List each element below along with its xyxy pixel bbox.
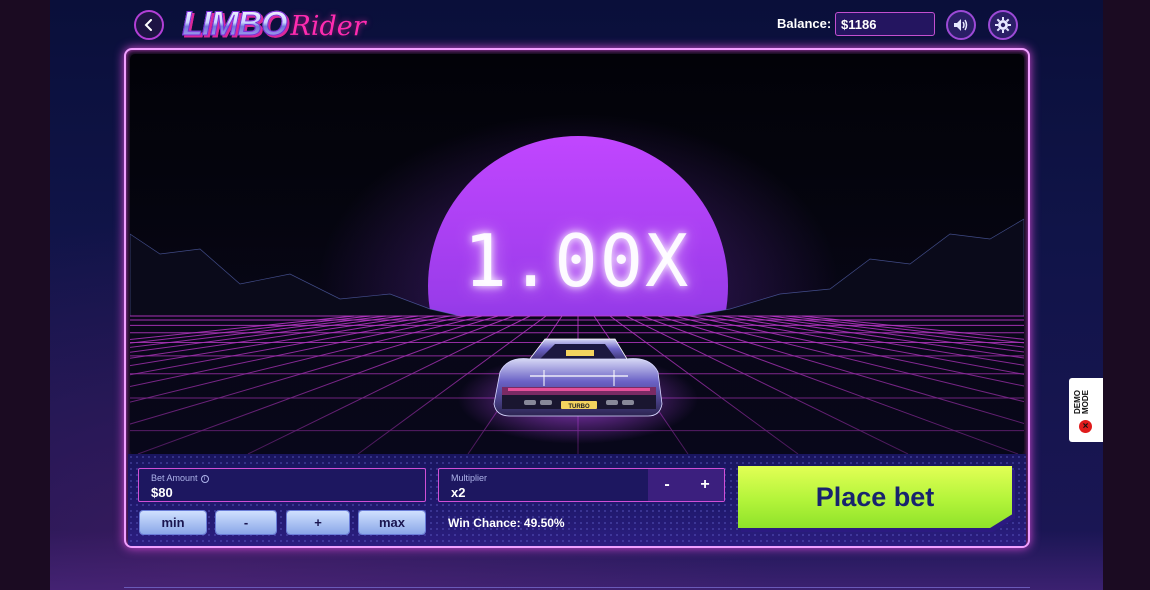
multiplier-stepper: - + — [648, 469, 724, 501]
demo-mode-text: DEMO MODE — [1073, 390, 1090, 414]
multiplier-label: Multiplier — [451, 473, 488, 483]
close-icon: × — [1079, 420, 1092, 433]
bet-amount-field[interactable]: Bet Amount i $80 — [138, 468, 426, 502]
back-button[interactable] — [134, 10, 164, 40]
multiplier-input-value: x2 — [451, 485, 466, 500]
game-logo: LIMBO Rider — [182, 5, 366, 45]
bet-decrease-button[interactable]: - — [216, 511, 276, 534]
app-root: LIMBO Rider Balance: $1186 TURBO 1.00X B… — [0, 0, 1150, 590]
bet-max-button[interactable]: max — [359, 511, 425, 534]
speaker-icon — [954, 19, 968, 31]
info-icon[interactable]: i — [200, 474, 209, 483]
settings-button[interactable] — [988, 10, 1018, 40]
game-frame: TURBO 1.00X Bet Amount i $80 Multiplier … — [124, 48, 1030, 548]
bet-increase-button[interactable]: + — [287, 511, 349, 534]
game-scene: TURBO 1.00X — [130, 54, 1024, 454]
demo-line-2: MODE — [1081, 390, 1090, 414]
gear-icon — [995, 17, 1011, 33]
multiplier-increase-button[interactable]: + — [686, 469, 724, 501]
sound-button[interactable] — [946, 10, 976, 40]
bet-min-button[interactable]: min — [140, 511, 206, 534]
chevron-left-icon — [144, 19, 152, 31]
synthwave-scene: TURBO — [130, 114, 1024, 454]
multiplier-decrease-button[interactable]: - — [648, 469, 686, 501]
win-chance: Win Chance: 49.50% — [448, 516, 565, 530]
bottom-divider — [124, 587, 1030, 588]
balance-label: Balance: — [777, 16, 832, 31]
bet-amount-label: Bet Amount i — [151, 473, 209, 483]
demo-mode-badge[interactable]: DEMO MODE × — [1069, 378, 1103, 442]
logo-limbo: LIMBO — [182, 5, 289, 44]
multiplier-field[interactable]: Multiplier x2 - + — [438, 468, 725, 502]
bet-amount-label-text: Bet Amount — [151, 473, 198, 483]
logo-rider: Rider — [290, 11, 366, 42]
balance-value: $1186 — [835, 12, 935, 36]
place-bet-button[interactable]: Place bet — [738, 466, 1012, 528]
bet-amount-value: $80 — [151, 485, 173, 500]
license-plate-text: TURBO — [568, 404, 590, 410]
